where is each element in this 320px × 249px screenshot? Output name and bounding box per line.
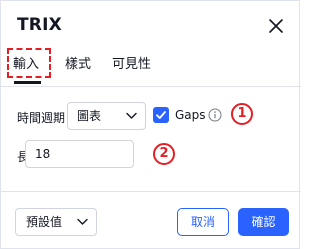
length-input[interactable]: 18 [25,140,134,168]
tab-style[interactable]: 樣式 [65,55,91,85]
tab-visibility[interactable]: 可見性 [112,55,151,85]
defaults-dropdown[interactable]: 預設值 [15,208,97,236]
chevron-down-icon [77,218,88,225]
timeframe-select[interactable]: 圖表 [67,102,146,130]
dialog-title: TRIX [17,15,62,35]
close-icon[interactable] [265,15,287,37]
defaults-label: 預設值 [26,215,63,229]
gaps-checkbox[interactable] [153,107,169,123]
indicator-settings-dialog: TRIX 輸入 樣式 可見性 時間週期 圖表 Gaps 1 長度 18 2 預設… [0,0,301,249]
annotation-marker-1: 1 [231,103,253,125]
info-icon[interactable] [208,108,222,122]
annotation-highlight-box [7,48,51,78]
gaps-label: Gaps [175,108,206,122]
ok-button[interactable]: 確認 [238,208,289,236]
timeframe-label: 時間週期 [17,111,66,125]
annotation-marker-2: 2 [153,143,175,165]
chevron-down-icon [126,112,137,119]
timeframe-value: 圖表 [77,109,102,123]
footer-divider [1,191,301,192]
cancel-button[interactable]: 取消 [177,208,229,236]
checkmark-icon [156,111,166,119]
active-tab-indicator [14,81,41,84]
